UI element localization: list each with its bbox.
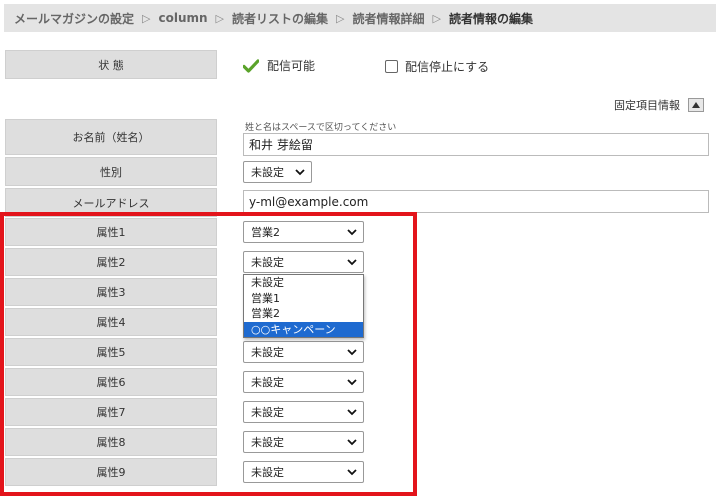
attribute-6-select[interactable]: 未設定 [243,371,364,393]
email-label: メールアドレス [5,188,217,217]
breadcrumb-item-mailmagazine-settings[interactable]: メールマガジンの設定 [14,10,134,27]
email-input[interactable]: y-ml@example.com [243,190,709,213]
breadcrumb-item-reader-list-edit[interactable]: 読者リストの編集 [232,10,328,27]
stop-delivery-checkbox[interactable] [385,60,398,73]
status-label: 状 態 [5,50,217,79]
attribute-1-select[interactable]: 営業2 [243,221,364,243]
dropdown-option-highlighted[interactable]: ○○キャンペーン [244,321,363,337]
breadcrumb: メールマガジンの設定 ▷ column ▷ 読者リストの編集 ▷ 読者情報詳細 … [4,4,716,32]
attribute-2-select[interactable]: 未設定 [243,251,364,273]
attribute-8-select[interactable]: 未設定 [243,431,364,453]
attribute-5-label: 属性5 [5,338,217,366]
collapse-toggle-button[interactable] [688,98,704,112]
chevron-down-icon [347,259,357,266]
fixed-fields-title: 固定項目情報 [614,99,680,112]
attribute-5-value: 未設定 [251,346,284,359]
attribute-2-value: 未設定 [251,256,284,269]
attribute-9-label: 属性9 [5,458,217,486]
chevron-down-icon [347,409,357,416]
attribute-5-select[interactable]: 未設定 [243,341,364,363]
chevron-down-icon [347,469,357,476]
chevron-right-icon: ▷ [215,11,225,25]
name-input[interactable]: 和井 芽絵留 [243,133,709,156]
attribute-7-value: 未設定 [251,406,284,419]
breadcrumb-item-column[interactable]: column [158,11,207,25]
chevron-right-icon: ▷ [142,11,151,25]
chevron-right-icon: ▷ [432,11,441,25]
dropdown-option[interactable]: 営業2 [244,306,363,322]
attribute-4-label: 属性4 [5,308,217,336]
attribute-7-select[interactable]: 未設定 [243,401,364,423]
chevron-down-icon [295,169,305,176]
attribute-3-label: 属性3 [5,278,217,306]
attribute-1-label: 属性1 [5,218,217,246]
chevron-down-icon [347,379,357,386]
chevron-down-icon [347,349,357,356]
chevron-down-icon [347,439,357,446]
attribute-9-select[interactable]: 未設定 [243,461,364,483]
attribute-6-value: 未設定 [251,376,284,389]
attribute-2-label: 属性2 [5,248,217,276]
attribute-8-label: 属性8 [5,428,217,456]
gender-select[interactable]: 未設定 [243,161,312,183]
fixed-fields-header: 固定項目情報 [614,97,704,113]
delivery-status: 配信可能 [243,57,315,74]
attribute-9-value: 未設定 [251,466,284,479]
attribute-8-value: 未設定 [251,436,284,449]
name-label: お名前（姓名） [5,119,217,155]
gender-label: 性別 [5,157,217,186]
attribute-1-value: 営業2 [251,226,280,239]
chevron-right-icon: ▷ [336,11,345,25]
dropdown-option[interactable]: 未設定 [244,275,363,291]
triangle-up-icon [692,102,700,108]
attribute-6-label: 属性6 [5,368,217,396]
breadcrumb-item-reader-detail[interactable]: 読者情報詳細 [353,10,425,27]
dropdown-option[interactable]: 営業1 [244,291,363,307]
breadcrumb-item-current: 読者情報の編集 [448,11,533,26]
gender-select-value: 未設定 [251,166,284,179]
name-hint: 姓と名はスペースで区切ってください [245,123,397,133]
chevron-down-icon [347,229,357,236]
attribute-7-label: 属性7 [5,398,217,426]
check-icon [243,58,259,73]
delivery-status-text: 配信可能 [267,59,316,73]
stop-delivery-option[interactable]: 配信停止にする [385,58,489,75]
stop-delivery-label[interactable]: 配信停止にする [405,58,489,75]
attribute-2-dropdown-list: 未設定 営業1 営業2 ○○キャンペーン [243,274,364,338]
